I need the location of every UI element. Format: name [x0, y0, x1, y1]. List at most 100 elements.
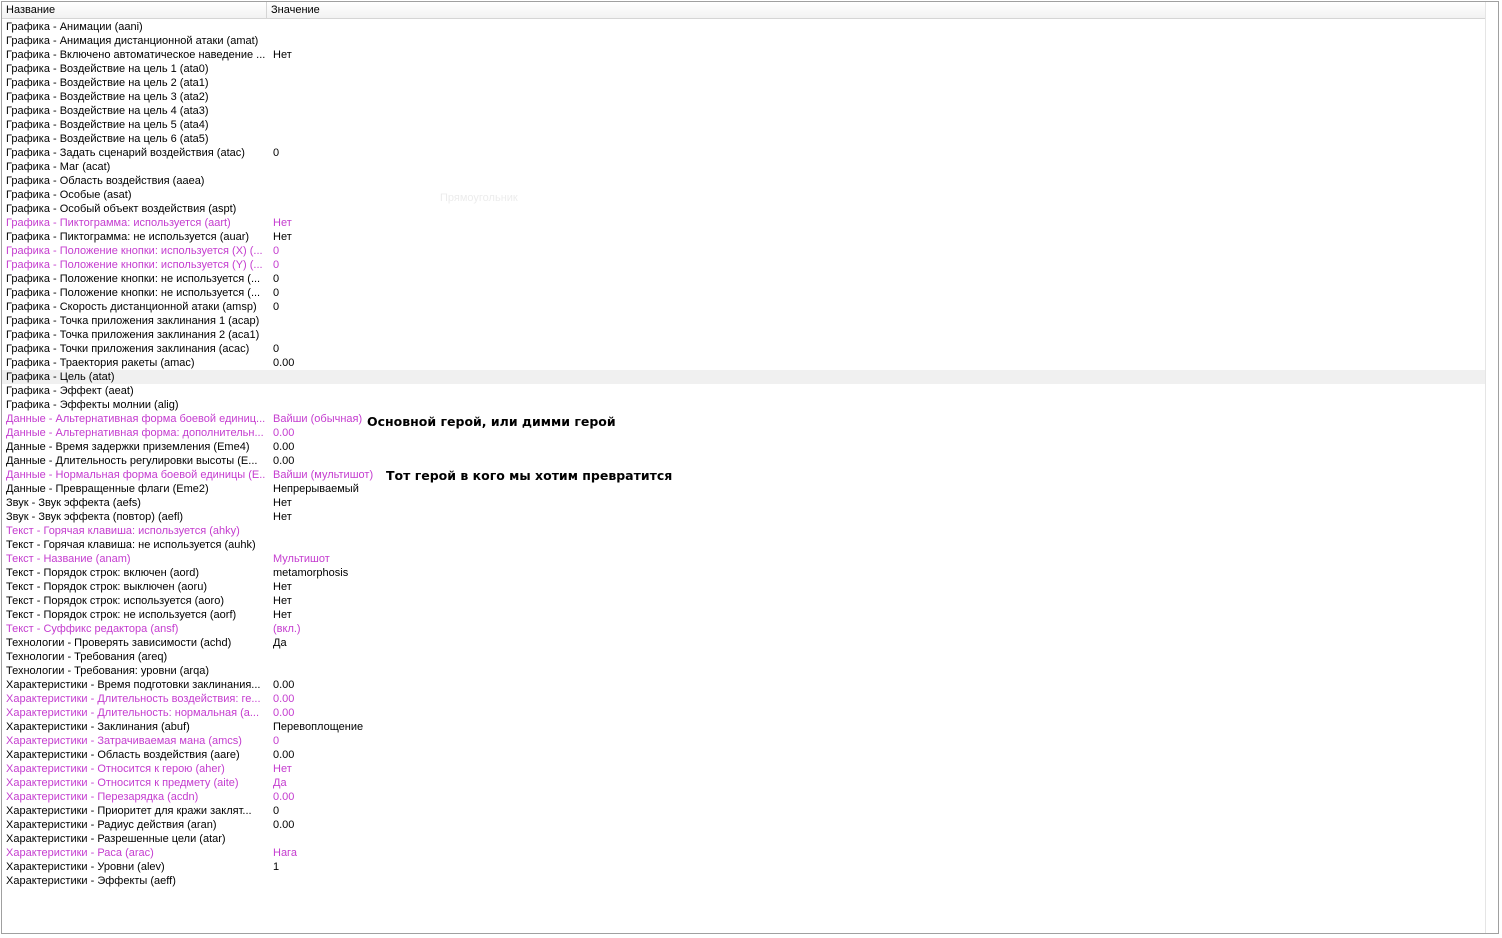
- table-row[interactable]: Характеристики - Область воздействия (aa…: [2, 748, 1486, 762]
- table-row[interactable]: Графика - Положение кнопки: используется…: [2, 258, 1486, 272]
- table-row[interactable]: Текст - Горячая клавиша: не используется…: [2, 538, 1486, 552]
- table-row[interactable]: Текст - Суффикс редактора (ansf) (вкл.): [2, 622, 1486, 636]
- table-row[interactable]: Графика - Траектория ракеты (amac) 0.00: [2, 356, 1486, 370]
- field-value: Вайши (мультишот): [273, 469, 374, 481]
- table-row[interactable]: Характеристики - Длительность: нормальна…: [2, 706, 1486, 720]
- field-value: 0.00: [273, 707, 295, 719]
- table-row[interactable]: Графика - Область воздействия (aaea): [2, 174, 1486, 188]
- table-row[interactable]: Характеристики - Затрачиваемая мана (amc…: [2, 734, 1486, 748]
- field-name: Графика - Точка приложения заклинания 1 …: [6, 315, 260, 327]
- table-row[interactable]: Графика - Анимации (aani): [2, 20, 1486, 34]
- field-name: Графика - Воздействие на цель 5 (ata4): [6, 119, 209, 131]
- field-name: Характеристики - Уровни (alev): [6, 861, 165, 873]
- field-value: 0.00: [273, 819, 295, 831]
- column-header-value[interactable]: Значение: [267, 2, 1486, 18]
- field-value: Нет: [273, 581, 292, 593]
- field-name: Данные - Альтернативная форма: дополните…: [6, 427, 264, 439]
- table-row[interactable]: Характеристики - Относится к предмету (a…: [2, 776, 1486, 790]
- table-row[interactable]: Текст - Порядок строк: используется (aor…: [2, 594, 1486, 608]
- field-value: 0.00: [273, 455, 295, 467]
- table-row[interactable]: Характеристики - Эффекты (aeff): [2, 874, 1486, 888]
- field-value: 0.00: [273, 441, 295, 453]
- annotation-target-hero: Тот герой в кого мы хотим превратится: [386, 468, 673, 483]
- field-name: Графика - Воздействие на цель 1 (ata0): [6, 63, 209, 75]
- table-row[interactable]: Характеристики - Радиус действия (aran) 0…: [2, 818, 1486, 832]
- table-row[interactable]: Характеристики - Уровни (alev) 1: [2, 860, 1486, 874]
- field-name: Характеристики - Время подготовки заклин…: [6, 679, 261, 691]
- field-name: Технологии - Требования: уровни (arqa): [6, 665, 209, 677]
- table-row[interactable]: Характеристики - Заклинания (abuf) Перево…: [2, 720, 1486, 734]
- field-name: Графика - Положение кнопки: используется…: [6, 259, 263, 271]
- table-row[interactable]: Звук - Звук эффекта (aefs) Нет: [2, 496, 1486, 510]
- table-row[interactable]: Графика - Маг (acat): [2, 160, 1486, 174]
- field-name: Графика - Положение кнопки: не используе…: [6, 273, 261, 285]
- table-row[interactable]: Характеристики - Относится к герою (aher…: [2, 762, 1486, 776]
- table-row[interactable]: Графика - Анимация дистанционной атаки (…: [2, 34, 1486, 48]
- field-name: Характеристики - Эффекты (aeff): [6, 875, 176, 887]
- table-row[interactable]: Графика - Воздействие на цель 5 (ata4): [2, 118, 1486, 132]
- table-row[interactable]: Графика - Задать сценарий воздействия (a…: [2, 146, 1486, 160]
- field-name: Графика - Воздействие на цель 3 (ata2): [6, 91, 209, 103]
- table-row[interactable]: Графика - Особый объект воздействия (asp…: [2, 202, 1486, 216]
- table-row[interactable]: Технологии - Требования (areq): [2, 650, 1486, 664]
- table-row[interactable]: Характеристики - Перезарядка (acdn) 0.00: [2, 790, 1486, 804]
- field-value: Вайши (обычная): [273, 413, 363, 425]
- table-row[interactable]: Текст - Порядок строк: не используется (…: [2, 608, 1486, 622]
- table-row[interactable]: Графика - Воздействие на цель 4 (ata3): [2, 104, 1486, 118]
- table-row[interactable]: Графика - Включено автоматическое наведе…: [2, 48, 1486, 62]
- table-row[interactable]: Технологии - Требования: уровни (arqa): [2, 664, 1486, 678]
- field-value: 0: [273, 273, 280, 285]
- table-row[interactable]: Текст - Горячая клавиша: используется (a…: [2, 524, 1486, 538]
- table-row[interactable]: Графика - Воздействие на цель 1 (ata0): [2, 62, 1486, 76]
- table-row[interactable]: Характеристики - Длительность воздействи…: [2, 692, 1486, 706]
- table-row[interactable]: Данные - Длительность регулировки высоты…: [2, 454, 1486, 468]
- table-row[interactable]: Графика - Точки приложения заклинания (a…: [2, 342, 1486, 356]
- field-name: Данные - Альтернативная форма боевой еди…: [6, 413, 266, 425]
- field-name: Технологии - Проверять зависимости (achd…: [6, 637, 232, 649]
- table-row[interactable]: Текст - Порядок строк: включен (aord) met…: [2, 566, 1486, 580]
- table-row[interactable]: Технологии - Проверять зависимости (achd…: [2, 636, 1486, 650]
- table-row[interactable]: Данные - Время задержки приземления (Eme…: [2, 440, 1486, 454]
- table-row[interactable]: Графика - Эффект (aeat): [2, 384, 1486, 398]
- table-row[interactable]: Графика - Воздействие на цель 6 (ata5): [2, 132, 1486, 146]
- table-row[interactable]: Данные - Нормальная форма боевой единицы…: [2, 468, 1486, 482]
- table-row[interactable]: Характеристики - Время подготовки заклин…: [2, 678, 1486, 692]
- field-value: 0: [273, 735, 280, 747]
- table-row[interactable]: Графика - Пиктограмма: не используется (…: [2, 230, 1486, 244]
- field-value: Нет: [273, 609, 292, 621]
- field-name: Графика - Особый объект воздействия (asp…: [6, 203, 237, 215]
- table-row[interactable]: Графика - Положение кнопки: не используе…: [2, 286, 1486, 300]
- field-name: Текст - Порядок строк: не используется (…: [6, 609, 237, 621]
- table-row[interactable]: Текст - Порядок строк: выключен (aoru) Не…: [2, 580, 1486, 594]
- table-row[interactable]: Характеристики - Приоритет для кражи зак…: [2, 804, 1486, 818]
- field-name: Графика - Точка приложения заклинания 2 …: [6, 329, 260, 341]
- field-name: Характеристики - Разрешенные цели (atar): [6, 833, 226, 845]
- field-name: Графика - Скорость дистанционной атаки (…: [6, 301, 257, 313]
- table-row[interactable]: Текст - Название (anam) Мультишот: [2, 552, 1486, 566]
- table-row[interactable]: Данные - Альтернативная форма боевой еди…: [2, 412, 1486, 426]
- field-value: 0.00: [273, 679, 295, 691]
- field-name: Характеристики - Приоритет для кражи зак…: [6, 805, 252, 817]
- table-row[interactable]: Графика - Скорость дистанционной атаки (…: [2, 300, 1486, 314]
- table-row[interactable]: Данные - Превращенные флаги (Eme2) Непрер…: [2, 482, 1486, 496]
- field-value: 0: [273, 147, 280, 159]
- table-row[interactable]: Графика - Воздействие на цель 2 (ata1): [2, 76, 1486, 90]
- table-row[interactable]: Графика - Пиктограмма: используется (aar…: [2, 216, 1486, 230]
- table-row[interactable]: Графика - Точка приложения заклинания 1 …: [2, 314, 1486, 328]
- field-name: Характеристики - Относится к герою (aher…: [6, 763, 225, 775]
- field-value: Непрерываемый: [273, 483, 359, 495]
- table-row[interactable]: Данные - Альтернативная форма: дополните…: [2, 426, 1486, 440]
- table-row[interactable]: Графика - Точка приложения заклинания 2 …: [2, 328, 1486, 342]
- table-row[interactable]: Графика - Воздействие на цель 3 (ata2): [2, 90, 1486, 104]
- vertical-scrollbar[interactable]: [1485, 2, 1498, 933]
- table-row[interactable]: Графика - Особые (asat): [2, 188, 1486, 202]
- table-row[interactable]: Характеристики - Раса (arac) Нага: [2, 846, 1486, 860]
- column-header-name[interactable]: Название: [2, 2, 267, 18]
- field-name: Характеристики - Относится к предмету (a…: [6, 777, 239, 789]
- table-row[interactable]: Графика - Эффекты молнии (alig): [2, 398, 1486, 412]
- table-row[interactable]: Графика - Положение кнопки: используется…: [2, 244, 1486, 258]
- table-row[interactable]: Характеристики - Разрешенные цели (atar): [2, 832, 1486, 846]
- table-row[interactable]: Графика - Цель (atat): [2, 370, 1486, 384]
- table-row[interactable]: Графика - Положение кнопки: не используе…: [2, 272, 1486, 286]
- table-row[interactable]: Звук - Звук эффекта (повтор) (aefl) Нет: [2, 510, 1486, 524]
